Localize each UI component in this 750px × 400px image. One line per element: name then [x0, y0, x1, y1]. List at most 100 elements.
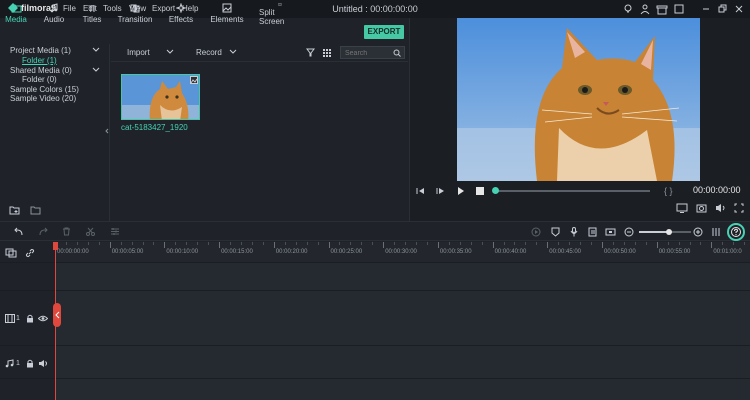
render-preview-icon[interactable]	[531, 227, 541, 237]
add-track-icon[interactable]	[5, 248, 17, 258]
tree-shared-media[interactable]: Shared Media (0)	[10, 66, 72, 75]
ruler-minor-tick	[700, 242, 702, 245]
ruler-minor-tick	[87, 242, 89, 245]
ruler-label: 00:00:25:00	[330, 249, 363, 255]
timeline-view-icon[interactable]	[712, 227, 720, 237]
ruler-label: 00:00:10:00	[166, 249, 199, 255]
tree-project-media[interactable]: Project Media (1)	[10, 46, 71, 55]
tab-elements[interactable]: Elements	[210, 0, 244, 26]
ruler-label: 00:00:00:00	[57, 249, 89, 255]
eye-icon[interactable]	[38, 315, 48, 322]
play-icon[interactable]	[456, 187, 465, 195]
messages-icon[interactable]	[673, 3, 685, 15]
previous-frame-icon[interactable]	[416, 187, 425, 195]
search-icon[interactable]	[393, 49, 401, 57]
undo-icon[interactable]	[14, 227, 24, 236]
tree-sample-video[interactable]: Sample Video (20)	[10, 94, 76, 103]
media-thumbnail[interactable]	[121, 74, 200, 120]
link-icon[interactable]	[25, 248, 35, 258]
help-button[interactable]	[727, 223, 745, 241]
tab-split-screen[interactable]: Split Screen	[259, 0, 301, 26]
ruler-minor-tick	[306, 242, 308, 245]
import-dropdown[interactable]: Import	[127, 48, 150, 57]
folder-icon	[11, 4, 21, 13]
new-folder-icon[interactable]	[9, 205, 21, 215]
minimize-icon[interactable]	[700, 3, 712, 15]
ruler-tick	[711, 242, 713, 248]
playhead-marker[interactable]	[53, 242, 58, 250]
ruler-minor-tick	[317, 242, 319, 245]
adjust-icon[interactable]	[110, 227, 120, 236]
ruler-tick	[492, 242, 494, 248]
export-button[interactable]: EXPORT	[364, 25, 404, 39]
cat-image	[122, 75, 199, 119]
ruler-label: 00:00:30:00	[385, 249, 417, 255]
ruler-label: 00:00:05:00	[111, 249, 144, 255]
chevron-down-icon[interactable]	[92, 66, 100, 74]
chevron-down-icon[interactable]	[229, 48, 237, 56]
tree-sample-colors[interactable]: Sample Colors (15)	[10, 85, 79, 94]
ruler-minor-tick	[153, 242, 155, 245]
ruler-minor-tick	[240, 242, 242, 245]
ruler-minor-tick	[503, 242, 505, 245]
account-icon[interactable]	[639, 3, 651, 15]
track-area[interactable]	[55, 262, 750, 400]
lock-icon[interactable]	[26, 314, 34, 323]
speaker-icon[interactable]	[38, 359, 48, 368]
volume-icon[interactable]	[715, 203, 726, 213]
ruler-minor-tick	[339, 242, 341, 245]
tab-effects[interactable]: Effects	[168, 0, 194, 26]
next-frame-icon[interactable]	[436, 187, 445, 195]
tab-label: Transition	[117, 15, 153, 24]
ruler-label: 00:00:20:00	[275, 249, 308, 255]
tab-label: Media	[5, 15, 27, 24]
microphone-icon[interactable]	[570, 227, 578, 237]
record-dropdown[interactable]: Record	[196, 48, 222, 57]
ruler-tick	[273, 242, 275, 248]
ruler-minor-tick	[251, 242, 253, 245]
redo-icon[interactable]	[38, 227, 48, 236]
zoom-in-icon[interactable]	[693, 227, 703, 237]
tab-titles[interactable]: T Titles	[80, 0, 104, 26]
snapshot-frame-icon[interactable]	[605, 227, 616, 237]
ruler-minor-tick	[295, 242, 297, 245]
search-input[interactable]	[341, 48, 393, 59]
cut-icon[interactable]	[86, 227, 95, 236]
lock-icon[interactable]	[26, 359, 34, 368]
zoom-slider-handle[interactable]	[666, 229, 672, 235]
chevron-down-icon[interactable]	[166, 48, 174, 56]
tree-shared-folder[interactable]: Folder (0)	[22, 75, 57, 84]
tree-folder[interactable]: Folder (1)	[22, 56, 57, 65]
tab-audio[interactable]: Audio	[42, 0, 66, 26]
tab-media[interactable]: Media	[4, 0, 28, 26]
screen-display-icon[interactable]	[676, 203, 688, 213]
snapshot-icon[interactable]	[696, 203, 707, 213]
ruler-tick	[602, 242, 603, 248]
progress-track[interactable]	[494, 190, 650, 192]
ruler-minor-tick	[131, 242, 133, 245]
restore-icon[interactable]	[716, 3, 728, 15]
ruler-label: 00:00:55:00	[658, 249, 691, 255]
filter-icon[interactable]	[306, 48, 315, 57]
tab-transition[interactable]: Transition	[117, 0, 153, 26]
ruler-minor-tick	[394, 242, 396, 245]
mark-in-out[interactable]: { }	[664, 186, 673, 196]
close-icon[interactable]	[733, 3, 745, 15]
gift-icon[interactable]	[656, 3, 668, 15]
lightbulb-icon[interactable]	[622, 3, 634, 15]
fullscreen-icon[interactable]	[734, 203, 744, 213]
voiceover-icon[interactable]	[588, 227, 598, 237]
playhead-handle[interactable]	[53, 303, 61, 327]
zoom-out-icon[interactable]	[624, 227, 634, 237]
stop-icon[interactable]	[476, 187, 484, 195]
ruler-tick	[547, 242, 549, 248]
ruler-label: 00:00:15:00	[221, 249, 253, 255]
delete-icon[interactable]	[62, 227, 71, 236]
folder-link-icon[interactable]	[30, 205, 42, 215]
grid-view-icon[interactable]	[322, 48, 331, 57]
collapse-panel-icon[interactable]	[104, 128, 110, 134]
progress-handle[interactable]	[492, 187, 499, 194]
chevron-down-icon[interactable]	[92, 46, 100, 54]
ruler-label: 00:01:00:0	[713, 249, 742, 255]
marker-icon[interactable]	[551, 227, 560, 237]
